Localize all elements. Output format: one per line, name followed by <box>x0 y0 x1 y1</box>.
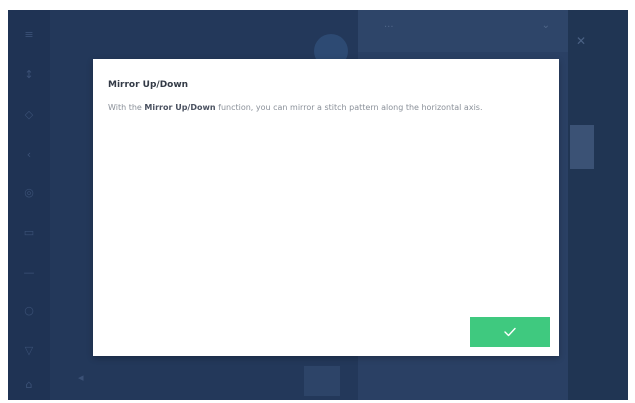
close-icon: ✕ <box>576 34 587 48</box>
left-toolbar: ≡ ↕ ◇ ‹ ◎ ▭ — ○ ▽ ⌂ <box>8 10 50 400</box>
background-arrow-icon: ◂ <box>78 371 84 384</box>
chevron-down-icon: ⌄ <box>541 20 550 31</box>
background-bottom-button <box>304 366 340 396</box>
menu-icon: ≡ <box>24 28 34 41</box>
device-screen: ≡ ↕ ◇ ‹ ◎ ▭ — ○ ▽ ⌂ ◂ ··· ⌄ ✕ Mirror Up/… <box>8 10 628 400</box>
confirm-button[interactable] <box>470 317 550 347</box>
dialog-title: Mirror Up/Down <box>108 80 189 90</box>
background-swatch <box>570 125 594 169</box>
dialog-body-prefix: With the <box>108 103 145 112</box>
tool-icon: ↕ <box>24 68 34 81</box>
tool-icon: — <box>23 266 35 279</box>
tool-icon: ▽ <box>24 344 34 357</box>
background-panel-text: ··· <box>384 22 394 33</box>
dialog-body-function-name: Mirror Up/Down <box>144 103 216 112</box>
info-dialog: Mirror Up/Down With the Mirror Up/Down f… <box>93 59 559 356</box>
tool-icon: ⌂ <box>25 378 33 391</box>
tool-icon: ◎ <box>24 186 34 199</box>
tool-icon: ▭ <box>23 226 35 239</box>
dialog-body-suffix: function, you can mirror a stitch patter… <box>215 103 483 112</box>
tool-icon: ‹ <box>26 148 32 161</box>
checkmark-icon <box>504 327 516 337</box>
tool-icon: ○ <box>24 304 34 317</box>
background-right-strip <box>568 10 628 400</box>
tool-icon: ◇ <box>24 108 34 121</box>
dialog-body: With the Mirror Up/Down function, you ca… <box>108 103 483 112</box>
background-panel-header: ··· ⌄ <box>358 10 568 52</box>
